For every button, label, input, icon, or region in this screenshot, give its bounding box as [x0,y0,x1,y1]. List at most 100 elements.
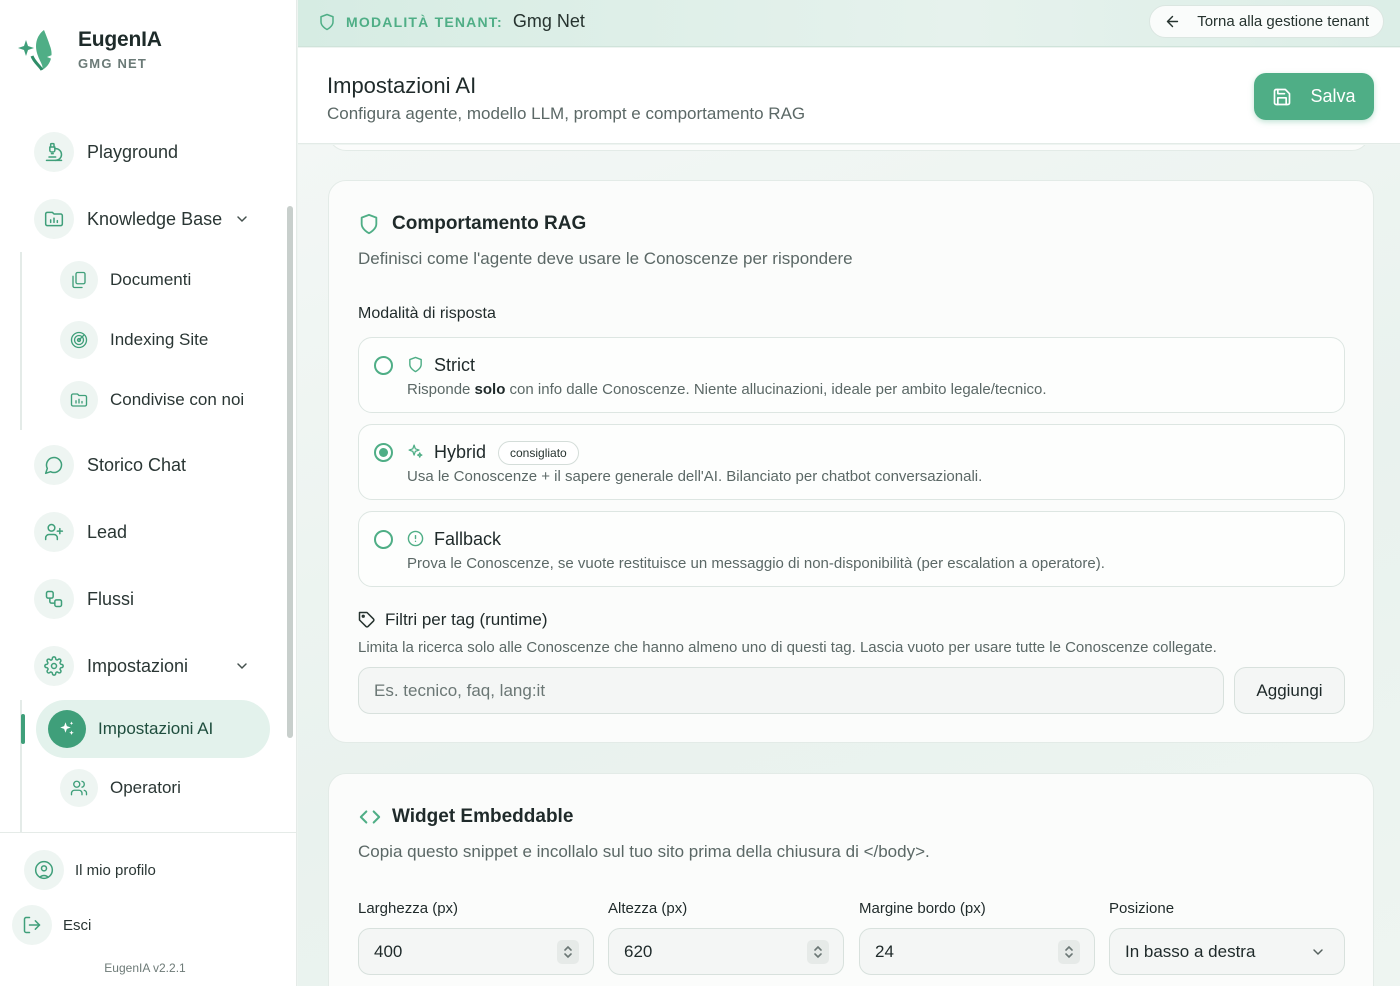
option-fallback[interactable]: Fallback Prova le Conoscenze, se vuote r… [358,511,1345,587]
sidebar-item-storico-chat[interactable]: Storico Chat [34,445,186,485]
shield-icon [360,213,378,235]
brand-name: EugenIA [78,27,162,51]
width-label: Larghezza (px) [358,900,459,917]
height-value: 620 [624,941,653,961]
chevron-updown-icon [1065,945,1073,959]
chevron-down-icon [1313,949,1323,956]
height-input[interactable]: 620 [608,928,844,975]
page-title: Impostazioni AI [327,73,477,98]
sidebar-item-label: Documenti [110,270,192,289]
sidebar-item-operatori[interactable]: Operatori [60,769,181,807]
option-description: Risponde solo con info dalle Conoscenze.… [407,381,1047,398]
sidebar-item-label: Indexing Site [110,330,209,349]
widget-card: Widget Embeddable Copia questo snippet e… [328,773,1374,986]
logout-label: Esci [63,916,92,934]
margin-label: Margine bordo (px) [859,900,986,917]
documents-icon [60,261,98,299]
brand[interactable]: EugenIA GMG NET [14,26,162,72]
microscope-icon [34,132,74,172]
workflow-icon [34,579,74,619]
sidebar-item-label: Playground [87,141,179,162]
shared-folder-icon [60,381,98,419]
sidebar-item-label: Impostazioni AI [98,719,214,738]
app-version: EugenIA v2.2.1 [104,961,186,975]
sidebar-item-label: Lead [87,521,128,542]
widget-title: Widget Embeddable [392,806,574,827]
rag-card: Comportamento RAG Definisci come l'agent… [328,180,1374,743]
previous-card [328,145,1370,151]
tag-filter-description: Limita la ricerca solo alle Conoscenze c… [358,639,1217,656]
back-to-tenants-button[interactable]: Torna alla gestione tenant [1149,5,1384,38]
sidebar-item-playground[interactable]: Playground [34,132,178,172]
back-button-label: Torna alla gestione tenant [1197,13,1369,30]
user-plus-icon [34,512,74,552]
main-content: Comportamento RAG Definisci come l'agent… [298,145,1400,986]
brand-subtitle: GMG NET [78,55,148,71]
position-select[interactable]: In basso a destra [1109,928,1345,975]
height-label: Altezza (px) [608,900,688,917]
sidebar-item-documenti[interactable]: Documenti [60,261,191,299]
code-icon [359,810,381,824]
sidebar-item-condivise[interactable]: Condivise con noi [60,381,244,419]
option-hybrid[interactable]: Hybrid consigliato Usa le Conoscenze + i… [358,424,1345,500]
number-stepper[interactable] [557,940,579,964]
save-button[interactable]: Salva [1254,73,1374,120]
chevron-down-icon [237,216,247,223]
users-icon [60,769,98,807]
page-header: Impostazioni AI Configura agente, modell… [298,48,1400,144]
sidebar-item-label: Impostazioni [87,655,189,676]
shield-icon [409,356,422,373]
tag-input[interactable] [358,667,1224,714]
response-mode-label: Modalità di risposta [358,305,496,322]
rag-title: Comportamento RAG [392,213,587,234]
sidebar: EugenIA GMG NET Playground Knowledge Bas… [0,0,297,986]
profile-link[interactable]: Il mio profilo [24,850,156,890]
shield-icon [320,13,334,30]
active-indicator [21,714,25,744]
sidebar-item-impostazioni[interactable]: Impostazioni [34,646,274,686]
tenant-banner: MODALITÀ TENANT: Gmg Net Torna alla gest… [298,0,1400,47]
sidebar-item-label: Storico Chat [87,454,187,475]
sidebar-item-flussi[interactable]: Flussi [34,579,134,619]
save-icon [1274,88,1291,105]
scrollbar-thumb[interactable] [287,206,293,738]
alert-circle-icon [407,530,424,547]
margin-value: 24 [875,941,894,961]
margin-input[interactable]: 24 [859,928,1095,975]
sidebar-footer: Il mio profilo Esci EugenIA v2.2.1 [0,832,297,986]
sidebar-item-knowledge-base[interactable]: Knowledge Base [34,199,274,239]
width-value: 400 [374,941,403,961]
radio-strict[interactable] [374,356,393,375]
widget-description: Copia questo snippet e incollalo sul tuo… [358,842,930,861]
radio-hybrid[interactable] [374,443,393,462]
logout-link[interactable]: Esci [12,905,91,945]
option-title: Hybrid [434,442,487,462]
number-stepper[interactable] [807,940,829,964]
sidebar-scrollbar[interactable] [285,102,297,832]
save-label: Salva [1310,86,1356,106]
add-tag-button[interactable]: Aggiungi [1234,667,1345,714]
logout-icon [12,905,52,945]
position-label: Posizione [1109,900,1175,917]
chat-bubble-icon [34,445,74,485]
sparkles-icon [48,710,86,748]
tag-icon [358,611,375,628]
option-strict[interactable]: Strict Risponde solo con info dalle Cono… [358,337,1345,413]
tenant-name: Gmg Net [512,11,585,31]
sidebar-item-label: Knowledge Base [87,208,223,229]
sidebar-item-lead[interactable]: Lead [34,512,127,552]
sidebar-nav: Playground Knowledge Base Documenti Inde… [0,102,284,832]
option-description: Usa le Conoscenze + il sapere generale d… [407,468,983,485]
page-subtitle: Configura agente, modello LLM, prompt e … [327,104,806,123]
arrow-left-icon [1167,15,1179,28]
width-input[interactable]: 400 [358,928,594,975]
radio-fallback[interactable] [374,530,393,549]
number-stepper[interactable] [1058,940,1080,964]
sidebar-item-indexing-site[interactable]: Indexing Site [60,321,208,359]
tag-filter-title: Filtri per tag (runtime) [385,610,548,629]
sidebar-item-label: Flussi [87,588,135,609]
option-description: Prova le Conoscenze, se vuote restituisc… [407,555,1105,572]
chevron-updown-icon [814,945,822,959]
sidebar-item-impostazioni-ai[interactable]: Impostazioni AI [36,700,270,758]
position-value: In basso a destra [1125,941,1256,961]
